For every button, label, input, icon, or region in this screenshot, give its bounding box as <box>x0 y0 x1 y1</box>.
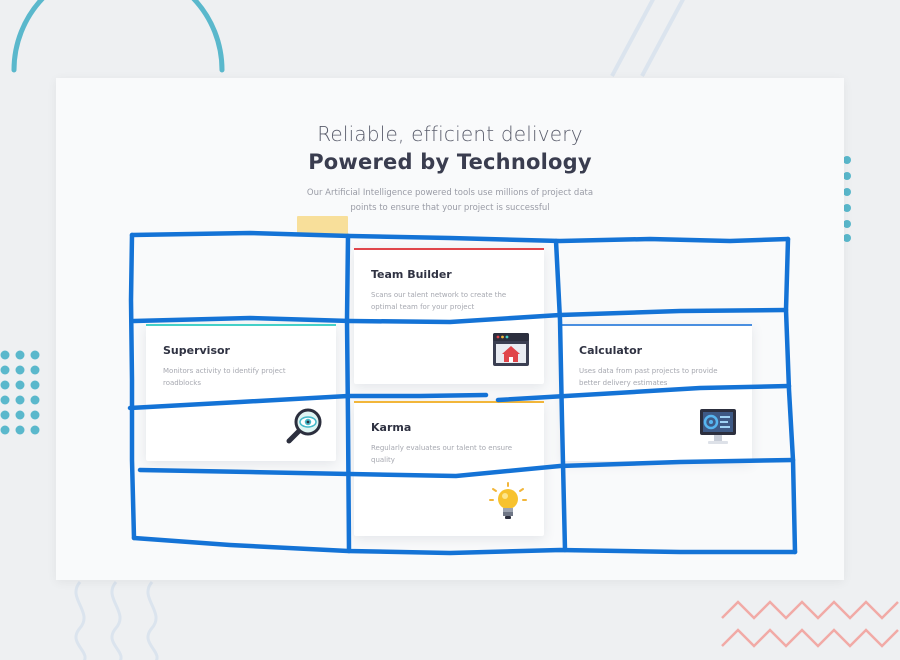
features-panel: Reliable, efficient delivery Powered by … <box>56 78 844 580</box>
magnifier-eye-icon <box>286 408 322 444</box>
card-title: Karma <box>371 421 412 434</box>
card-karma[interactable]: Karma Regularly evaluates our talent to … <box>354 401 544 536</box>
card-title: Supervisor <box>163 344 230 357</box>
card-accent-bar <box>354 248 544 250</box>
card-title: Calculator <box>579 344 643 357</box>
dot-grid-right-decor <box>843 156 851 242</box>
card-calculator[interactable]: Calculator Uses data from past projects … <box>562 324 752 461</box>
teal-arc-decor <box>11 0 225 73</box>
dot-grid-left-decor <box>0 350 40 435</box>
lightbulb-icon <box>489 482 527 519</box>
card-supervisor[interactable]: Supervisor Monitors activity to identify… <box>146 324 336 461</box>
card-accent-bar <box>354 401 544 403</box>
section-headline: Reliable, efficient delivery <box>317 122 583 146</box>
card-title: Team Builder <box>371 268 452 281</box>
section-tagline: Our Artificial Intelligence powered tool… <box>306 188 594 213</box>
card-description: Regularly evaluates our talent to ensure… <box>371 444 513 464</box>
page: Reliable, efficient delivery Powered by … <box>0 0 900 660</box>
card-description: Monitors activity to identify project ro… <box>163 367 286 387</box>
browser-house-icon <box>493 333 529 366</box>
zigzag-decor <box>721 600 899 648</box>
card-team-builder[interactable]: Team Builder Scans our talent network to… <box>354 248 544 384</box>
monitor-dashboard-icon <box>700 409 736 444</box>
card-description: Scans our talent network to create the o… <box>371 291 507 311</box>
diagonal-line-decor <box>610 0 655 77</box>
card-accent-bar <box>146 324 336 326</box>
diagonal-line-decor <box>640 0 685 77</box>
sticky-note-decor <box>297 216 348 236</box>
section-title: Powered by Technology <box>308 150 592 174</box>
card-accent-bar <box>562 324 752 326</box>
card-description: Uses data from past projects to provide … <box>579 367 718 387</box>
wavy-lines-decor <box>74 581 159 660</box>
